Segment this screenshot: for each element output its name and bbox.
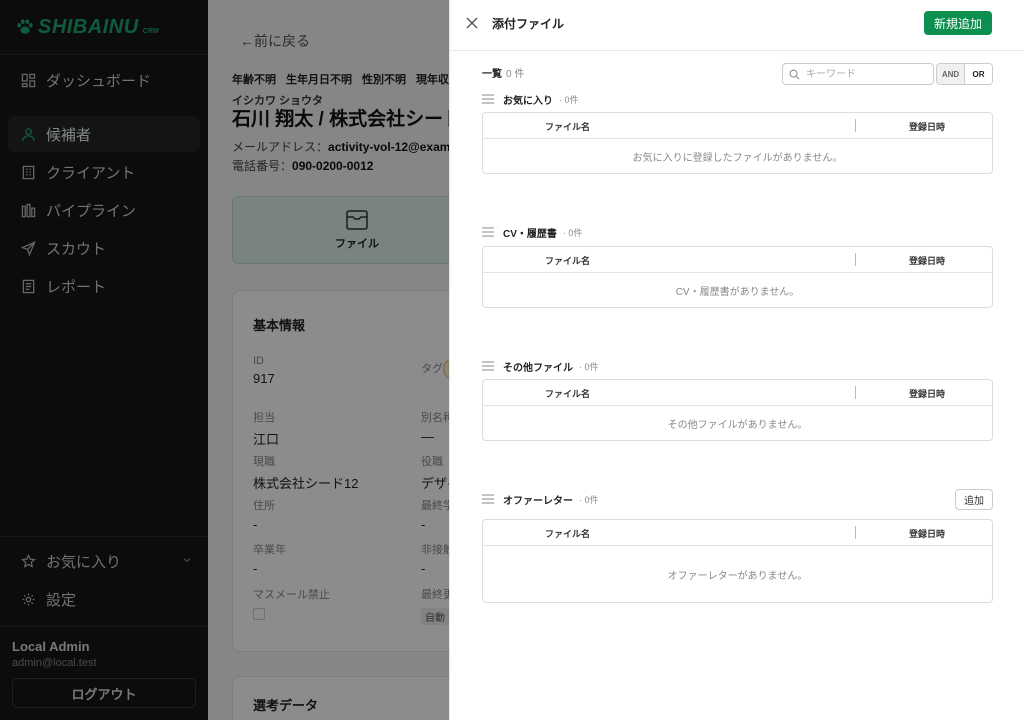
modal-backdrop[interactable] [0,0,449,720]
logic-toggle: AND OR [936,63,993,85]
section-title: お気に入り [503,95,553,107]
favorites-table: ファイル名 登録日時 お気に入りに登録したファイルがありません。 [482,112,993,174]
close-icon[interactable] [464,15,480,31]
search-input[interactable] [806,68,926,80]
empty-message: その他ファイルがありません。 [667,419,808,431]
section-count: · 0件 [579,494,599,505]
drag-handle-icon[interactable] [482,361,494,371]
section-title: その他ファイル [503,362,573,374]
column-file-name[interactable]: ファイル名 [545,120,590,133]
column-file-name[interactable]: ファイル名 [545,387,590,400]
column-file-name[interactable]: ファイル名 [545,527,590,540]
section-title: CV・履歴書 [503,228,557,240]
or-toggle[interactable]: OR [965,64,992,84]
section-other-header: その他ファイル · 0件 [482,359,993,374]
drawer-title: 添付ファイル [492,17,565,31]
attachments-drawer: 添付ファイル 新規追加 一覧 0 件 AND OR お気に入り · 0件 ファイル… [449,0,1024,720]
column-resizer[interactable] [855,526,856,539]
column-registered-at[interactable]: 登録日時 [909,387,945,400]
keyword-search [782,63,934,85]
column-registered-at[interactable]: 登録日時 [909,120,945,133]
add-offer-letter-button[interactable]: 追加 [955,488,993,510]
offer-letter-table: ファイル名 登録日時 オファーレターがありません。 [482,519,993,603]
empty-message: お気に入りに登録したファイルがありません。 [632,152,843,164]
section-count: · 0件 [559,94,579,105]
section-count: · 0件 [562,227,583,238]
list-count: 0 件 [506,69,525,80]
table-header: ファイル名 登録日時 [483,247,992,273]
column-registered-at[interactable]: 登録日時 [909,254,945,267]
drawer-header: 添付ファイル 新規追加 [450,0,1024,51]
empty-message: オファーレターがありません。 [667,570,808,582]
drag-handle-icon[interactable] [482,227,494,237]
section-title: オファーレター [503,495,573,507]
section-favorites-header: お気に入り · 0件 [482,92,993,107]
table-header: ファイル名 登録日時 [483,113,992,139]
column-resizer[interactable] [855,253,856,266]
search-icon [789,69,800,80]
drag-handle-icon[interactable] [482,94,494,104]
and-toggle[interactable]: AND [937,64,965,84]
drag-handle-icon[interactable] [482,494,494,504]
column-resizer[interactable] [855,386,856,399]
column-registered-at[interactable]: 登録日時 [909,527,945,540]
new-file-button[interactable]: 新規追加 [923,11,992,35]
cv-table: ファイル名 登録日時 CV・履歴書がありません。 [482,246,993,308]
section-offer-header: オファーレター · 0件 追加 [482,488,993,510]
section-cv-header: CV・履歴書 · 0件 [482,225,993,240]
column-file-name[interactable]: ファイル名 [545,254,590,267]
section-count: · 0件 [579,361,599,372]
other-files-table: ファイル名 登録日時 その他ファイルがありません。 [482,379,993,441]
list-heading: 一覧 0 件 [482,65,524,80]
column-resizer[interactable] [855,119,856,132]
table-header: ファイル名 登録日時 [483,520,992,546]
list-label: 一覧 [482,69,502,80]
empty-message: CV・履歴書がありません。 [675,286,800,298]
table-header: ファイル名 登録日時 [483,380,992,406]
